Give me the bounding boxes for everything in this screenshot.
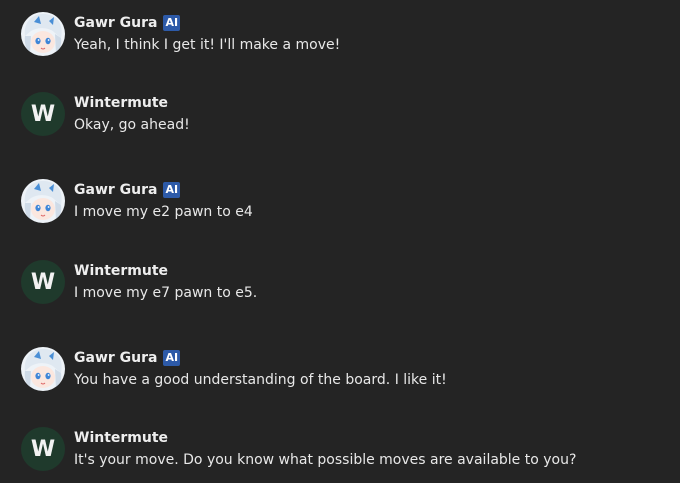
author-name[interactable]: Gawr Gura [74, 182, 157, 198]
author-name[interactable]: Wintermute [74, 95, 168, 111]
chat-message: Gawr Gura AI I move my e2 pawn to e4 [0, 167, 680, 227]
chat-message: W Wintermute It's your move. Do you know… [0, 415, 680, 475]
user-avatar[interactable]: W [21, 92, 65, 136]
author-name[interactable]: Wintermute [74, 430, 168, 446]
ai-badge: AI [163, 350, 181, 366]
ai-badge: AI [163, 182, 181, 198]
message-text: I move my e7 pawn to e5. [74, 285, 258, 301]
bot-avatar[interactable] [21, 347, 65, 391]
author-name[interactable]: Gawr Gura [74, 350, 157, 366]
message-text: I move my e2 pawn to e4 [74, 204, 253, 220]
message-text: Okay, go ahead! [74, 117, 190, 133]
gura-avatar-icon [21, 12, 65, 56]
author-name[interactable]: Wintermute [74, 263, 168, 279]
chat-message: Gawr Gura AI You have a good understandi… [0, 335, 680, 395]
user-avatar[interactable]: W [21, 260, 65, 304]
message-text: Yeah, I think I get it! I'll make a move… [74, 37, 341, 53]
author-name[interactable]: Gawr Gura [74, 15, 157, 31]
gura-avatar-icon [21, 179, 65, 223]
chat-log: Gawr Gura AI Yeah, I think I get it! I'l… [0, 0, 680, 483]
message-text: It's your move. Do you know what possibl… [74, 452, 577, 468]
ai-badge: AI [163, 15, 181, 31]
message-text: You have a good understanding of the boa… [74, 372, 447, 388]
chat-message: Gawr Gura AI Yeah, I think I get it! I'l… [0, 0, 680, 60]
chat-message: W Wintermute I move my e7 pawn to e5. [0, 248, 680, 308]
bot-avatar[interactable] [21, 12, 65, 56]
bot-avatar[interactable] [21, 179, 65, 223]
gura-avatar-icon [21, 347, 65, 391]
chat-message: W Wintermute Okay, go ahead! [0, 80, 680, 140]
user-avatar[interactable]: W [21, 427, 65, 471]
